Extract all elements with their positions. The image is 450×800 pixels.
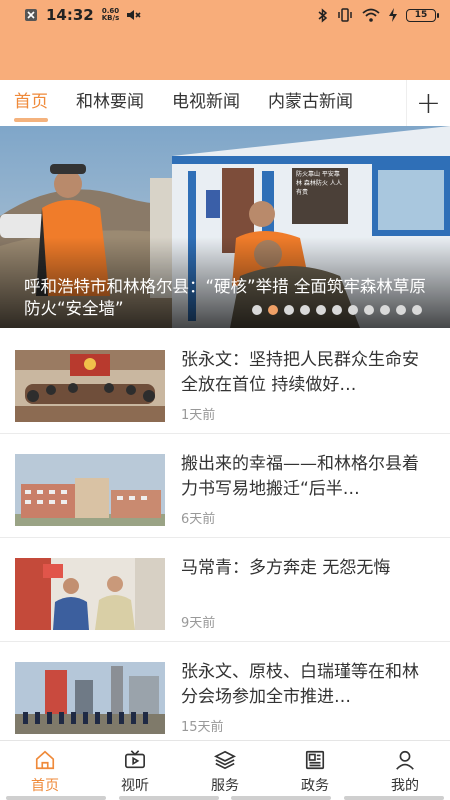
app-header: 14:32 0.60 KB/s 15 — [0, 0, 450, 80]
news-list: 张永文：坚持把人民群众生命安全放在首位 持续做好… 1天前 搬出来的幸福——和林… — [0, 330, 450, 746]
charging-icon — [389, 8, 397, 22]
vibrate-icon — [338, 8, 352, 22]
gesture-bar — [0, 796, 450, 800]
nav-label: 我的 — [391, 778, 419, 794]
news-title: 搬出来的幸福——和林格尔县着力书写易地搬迁“后半… — [181, 454, 419, 499]
nav-services[interactable]: 服务 — [180, 741, 270, 800]
nav-audio-video[interactable]: 视听 — [90, 741, 180, 800]
battery-level: 15 — [414, 10, 428, 20]
tab-home[interactable]: 首页 — [0, 80, 62, 126]
tv-icon — [125, 750, 145, 769]
tab-helin-news[interactable]: 和林要闻 — [62, 80, 158, 126]
nav-label: 首页 — [31, 778, 59, 794]
carousel-dot[interactable] — [348, 305, 358, 315]
network-speed: 0.60 KB/s — [102, 8, 119, 22]
sim-disabled-icon — [25, 9, 37, 21]
news-thumbnail — [15, 454, 165, 526]
news-thumbnail — [15, 558, 165, 630]
carousel-dot[interactable] — [300, 305, 310, 315]
news-time: 9天前 — [181, 616, 216, 631]
nav-profile[interactable]: 我的 — [360, 741, 450, 800]
add-tab-button[interactable]: + — [406, 80, 450, 126]
carousel-dot[interactable] — [412, 305, 422, 315]
nav-label: 视听 — [121, 778, 149, 794]
carousel-dot[interactable] — [252, 305, 262, 315]
news-time: 1天前 — [181, 408, 216, 423]
carousel-indicators — [252, 305, 422, 315]
carousel-dot[interactable] — [332, 305, 342, 315]
bottom-navigation: 首页 视听 服务 政务 我的 — [0, 740, 450, 800]
banner-sign: 防火靠山 平安靠林 森林防火 人人有责 — [296, 171, 342, 196]
list-item[interactable]: 马常青：多方奔走 无怨无悔 9天前 — [0, 538, 450, 642]
carousel-dot[interactable] — [380, 305, 390, 315]
carousel-dot[interactable] — [316, 305, 326, 315]
nav-label: 政务 — [301, 778, 329, 794]
network-speed-unit: KB/s — [101, 14, 120, 22]
newspaper-icon — [305, 750, 325, 770]
bluetooth-icon — [318, 7, 328, 23]
list-item[interactable]: 张永文：坚持把人民群众生命安全放在首位 持续做好… 1天前 — [0, 330, 450, 434]
carousel-dot[interactable] — [364, 305, 374, 315]
carousel-dot[interactable] — [396, 305, 406, 315]
nav-government[interactable]: 政务 — [270, 741, 360, 800]
status-bar: 14:32 0.60 KB/s 15 — [0, 0, 450, 30]
wifi-icon — [362, 8, 380, 22]
layers-icon — [214, 750, 236, 770]
news-thumbnail — [15, 662, 165, 734]
news-thumbnail — [15, 350, 165, 422]
news-title: 张永文、原枝、白瑞瑾等在和林分会场参加全市推进… — [181, 662, 419, 707]
tab-inner-mongolia-news[interactable]: 内蒙古新闻 — [254, 80, 367, 126]
nav-home[interactable]: 首页 — [0, 741, 90, 800]
list-item[interactable]: 张永文、原枝、白瑞瑾等在和林分会场参加全市推进… 15天前 — [0, 642, 450, 746]
carousel-dot[interactable] — [284, 305, 294, 315]
list-item[interactable]: 搬出来的幸福——和林格尔县着力书写易地搬迁“后半… 6天前 — [0, 434, 450, 538]
user-icon — [396, 750, 414, 770]
news-time: 6天前 — [181, 512, 216, 527]
mute-icon — [127, 10, 141, 20]
category-tabs: 首页 和林要闻 电视新闻 内蒙古新闻 — [0, 80, 450, 126]
home-icon — [35, 750, 55, 770]
status-time: 14:32 — [46, 6, 94, 24]
battery-indicator: 15 — [406, 8, 439, 22]
nav-label: 服务 — [211, 778, 239, 794]
news-title: 马常青：多方奔走 无怨无悔 — [181, 558, 391, 578]
news-time: 15天前 — [181, 720, 224, 735]
tab-tv-news[interactable]: 电视新闻 — [158, 80, 254, 126]
news-title: 张永文：坚持把人民群众生命安全放在首位 持续做好… — [181, 350, 419, 395]
carousel-dot[interactable] — [268, 305, 278, 315]
